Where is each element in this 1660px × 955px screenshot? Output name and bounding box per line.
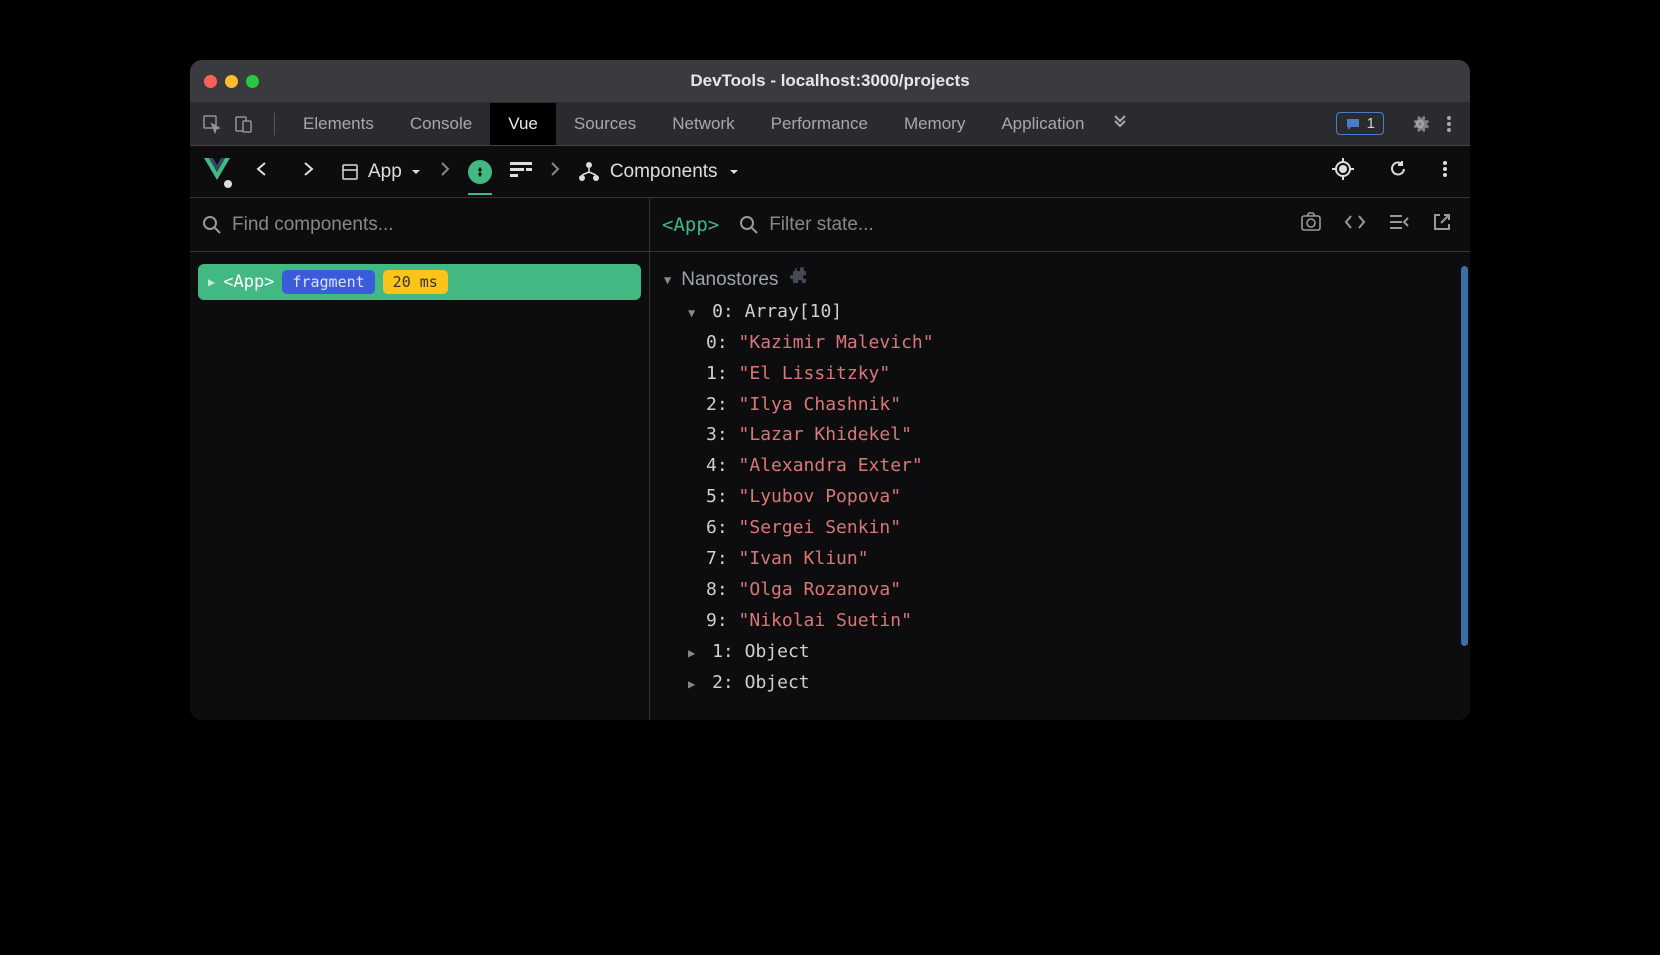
- state-array-items: 0: "Kazimir Malevich" 1: "El Lissitzky" …: [664, 328, 1456, 638]
- collapse-caret-icon[interactable]: ▼: [664, 270, 671, 291]
- inspect-element-icon[interactable]: [200, 112, 224, 136]
- more-menu-icon[interactable]: [1438, 114, 1460, 134]
- plugin-puzzle-icon: [788, 264, 808, 297]
- state-array-item[interactable]: 5: "Lyubov Popova": [706, 482, 1456, 513]
- scroll-to-icon[interactable]: [1382, 212, 1416, 237]
- scrollbar[interactable]: [1461, 266, 1468, 646]
- refresh-icon[interactable]: [1380, 159, 1416, 184]
- open-external-icon[interactable]: [1426, 212, 1458, 237]
- device-toggle-icon[interactable]: [232, 112, 256, 136]
- selected-component-tag: <App>: [662, 214, 719, 236]
- state-key: 2: [712, 672, 723, 693]
- inspector-tab-icon[interactable]: [468, 160, 492, 184]
- tab-sources[interactable]: Sources: [556, 103, 654, 145]
- minimize-button[interactable]: [225, 75, 238, 88]
- issues-badge[interactable]: 1: [1336, 112, 1384, 135]
- devtools-tabbar: Elements Console Vue Sources Network Per…: [190, 102, 1470, 146]
- state-type: Object: [745, 672, 810, 693]
- vue-logo-icon[interactable]: [204, 158, 230, 186]
- state-array-row[interactable]: ▼ 0: Array[10]: [664, 297, 1456, 328]
- tab-performance[interactable]: Performance: [753, 103, 886, 145]
- chevron-down-icon: [728, 166, 740, 178]
- window-controls: [204, 75, 259, 88]
- state-array-item[interactable]: 0: "Kazimir Malevich": [706, 328, 1456, 359]
- close-button[interactable]: [204, 75, 217, 88]
- fragment-badge: fragment: [282, 270, 374, 294]
- chevron-down-icon: [410, 166, 422, 178]
- component-search-row: [190, 198, 649, 252]
- settings-gear-icon[interactable]: [1402, 114, 1438, 134]
- titlebar: DevTools - localhost:3000/projects: [190, 60, 1470, 102]
- more-vertical-icon[interactable]: [1434, 159, 1456, 184]
- collapse-caret-icon[interactable]: ▼: [688, 306, 695, 320]
- state-section-header[interactable]: ▼ Nanostores: [664, 264, 1456, 297]
- state-key: 0: [712, 301, 723, 322]
- timeline-tab-icon[interactable]: [510, 159, 532, 184]
- component-tree-panel: ▶ <App> fragment 20 ms: [190, 198, 650, 720]
- screenshot-icon[interactable]: [1294, 211, 1328, 238]
- state-array-item[interactable]: 4: "Alexandra Exter": [706, 451, 1456, 482]
- tree-icon: [578, 161, 600, 183]
- expand-caret-icon[interactable]: ▶: [688, 646, 695, 660]
- app-selector-label: App: [368, 161, 402, 183]
- components-label-text: Components: [610, 161, 718, 183]
- state-header-row: <App>: [650, 198, 1470, 252]
- find-components-input[interactable]: [232, 214, 637, 236]
- tab-console[interactable]: Console: [392, 103, 490, 145]
- section-label: Nanostores: [681, 264, 778, 297]
- component-tag: <App>: [223, 272, 274, 292]
- components-selector[interactable]: Components: [578, 161, 740, 183]
- issues-count: 1: [1367, 115, 1375, 132]
- state-array-item[interactable]: 7: "Ivan Kliun": [706, 544, 1456, 575]
- devtools-window: DevTools - localhost:3000/projects Eleme…: [190, 60, 1470, 720]
- state-array-item[interactable]: 6: "Sergei Senkin": [706, 513, 1456, 544]
- search-icon: [739, 215, 759, 235]
- maximize-button[interactable]: [246, 75, 259, 88]
- tabs-overflow-icon[interactable]: [1103, 103, 1137, 145]
- code-icon[interactable]: [1338, 212, 1372, 237]
- target-icon[interactable]: [1324, 158, 1362, 185]
- window-title: DevTools - localhost:3000/projects: [690, 71, 969, 91]
- nav-forward-icon[interactable]: [294, 155, 322, 188]
- divider: [274, 113, 275, 135]
- search-icon: [202, 215, 222, 235]
- component-tree: ▶ <App> fragment 20 ms: [190, 252, 649, 720]
- vue-toolbar: App Components: [190, 146, 1470, 198]
- main-panels: ▶ <App> fragment 20 ms <App>: [190, 198, 1470, 720]
- state-type: Object: [745, 641, 810, 662]
- timing-badge: 20 ms: [383, 270, 448, 294]
- state-key: 1: [712, 641, 723, 662]
- tab-application[interactable]: Application: [983, 103, 1102, 145]
- filter-state-input[interactable]: [769, 214, 1284, 236]
- state-object-row[interactable]: ▶ 2: Object: [664, 668, 1456, 699]
- tab-memory[interactable]: Memory: [886, 103, 983, 145]
- expand-arrow-icon[interactable]: ▶: [208, 275, 215, 289]
- tab-elements[interactable]: Elements: [285, 103, 392, 145]
- state-array-item[interactable]: 8: "Olga Rozanova": [706, 575, 1456, 606]
- state-body: ▼ Nanostores ▼ 0: Array[10] 0: "Kazimir …: [650, 252, 1470, 720]
- breadcrumb-separator-icon: [550, 161, 560, 182]
- state-inspector-panel: <App> ▼ Nanostores: [650, 198, 1470, 720]
- state-type: Array[10]: [745, 301, 843, 322]
- breadcrumb-separator-icon: [440, 161, 450, 182]
- state-array-item[interactable]: 1: "El Lissitzky": [706, 359, 1456, 390]
- nav-back-icon[interactable]: [248, 155, 276, 188]
- component-tree-node-app[interactable]: ▶ <App> fragment 20 ms: [198, 264, 641, 300]
- tab-vue[interactable]: Vue: [490, 103, 556, 145]
- state-array-item[interactable]: 3: "Lazar Khidekel": [706, 420, 1456, 451]
- expand-caret-icon[interactable]: ▶: [688, 677, 695, 691]
- tab-network[interactable]: Network: [654, 103, 752, 145]
- state-array-item[interactable]: 2: "Ilya Chashnik": [706, 390, 1456, 421]
- app-selector[interactable]: App: [340, 161, 422, 183]
- state-array-item[interactable]: 9: "Nikolai Suetin": [706, 606, 1456, 637]
- state-object-row[interactable]: ▶ 1: Object: [664, 637, 1456, 668]
